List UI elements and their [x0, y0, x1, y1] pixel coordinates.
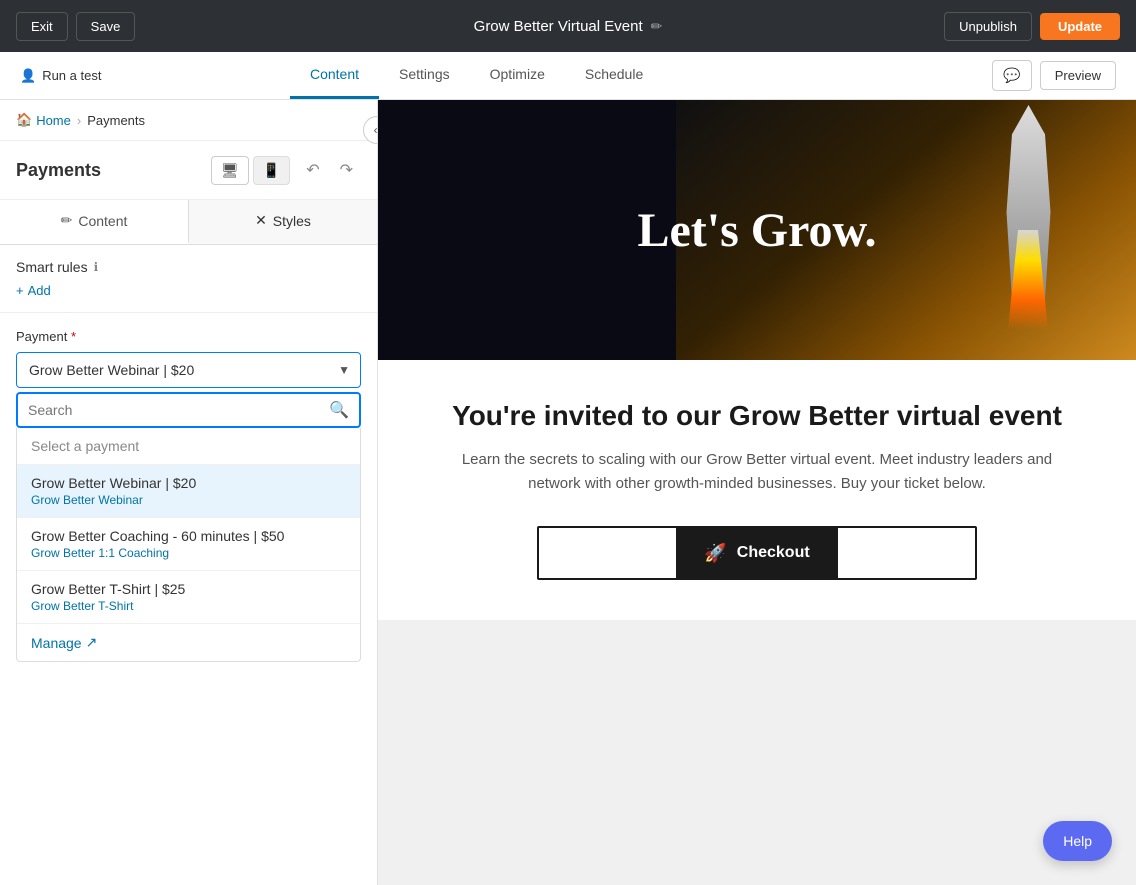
edit-icon[interactable]: ✏	[651, 18, 663, 35]
checkout-left-area	[539, 528, 676, 578]
left-panel: « 🏠 Home › Payments Payments 🖥 📱 ↶ ↷	[0, 100, 378, 885]
dropdown-arrow-icon: ▼	[338, 363, 350, 377]
panel-header: Payments 🖥 📱 ↶ ↷	[0, 141, 377, 200]
checkout-rocket-icon: 🚀	[704, 543, 726, 564]
update-button[interactable]: Update	[1040, 13, 1120, 40]
breadcrumb-current: Payments	[87, 113, 145, 128]
add-smart-rule-button[interactable]: + Add	[16, 283, 361, 298]
tab-content[interactable]: Content	[290, 52, 379, 99]
page-title: Grow Better Virtual Event	[474, 18, 643, 35]
placeholder-text: Select a payment	[31, 438, 139, 454]
content-tab-icon: ✏	[61, 212, 73, 229]
tab-schedule[interactable]: Schedule	[565, 52, 663, 99]
hero-title: Let's Grow.	[637, 203, 876, 258]
coaching-item-sub: Grow Better 1:1 Coaching	[31, 546, 346, 560]
search-button[interactable]: 🔍	[329, 400, 349, 420]
device-mobile-button[interactable]: 📱	[253, 156, 290, 185]
checkout-label: Checkout	[737, 544, 810, 562]
tshirt-item-sub: Grow Better T-Shirt	[31, 599, 346, 613]
manage-link[interactable]: Manage ↗	[17, 624, 360, 661]
smart-rules-label: Smart rules	[16, 259, 88, 275]
device-desktop-button[interactable]: 🖥	[211, 156, 249, 185]
undo-button[interactable]: ↶	[298, 155, 327, 185]
payment-dropdown: Grow Better Webinar | $20 ▼ 🔍 Select a p…	[16, 352, 361, 662]
breadcrumb-separator: ›	[77, 113, 81, 128]
styles-tab-label: Styles	[273, 213, 311, 229]
checkout-button[interactable]: 🚀 Checkout	[676, 528, 837, 578]
search-icon: 🔍	[329, 402, 349, 419]
topbar-right: Unpublish Update	[944, 12, 1120, 41]
lp-content: You're invited to our Grow Better virtua…	[378, 360, 1136, 620]
panel-title: Payments	[16, 160, 101, 181]
dropdown-item-placeholder[interactable]: Select a payment	[17, 428, 360, 465]
preview-area: Let's Grow. You're invited to our Grow B…	[378, 100, 1136, 885]
webinar-item-main: Grow Better Webinar | $20	[31, 475, 346, 491]
tab-settings[interactable]: Settings	[379, 52, 470, 99]
run-test-button[interactable]: 👤 Run a test	[20, 68, 101, 84]
info-icon[interactable]: ℹ	[94, 260, 99, 274]
payment-section: Payment * Grow Better Webinar | $20 ▼ 🔍	[0, 313, 377, 678]
device-buttons: 🖥 📱	[211, 156, 290, 185]
dropdown-item-tshirt[interactable]: Grow Better T-Shirt | $25 Grow Better T-…	[17, 571, 360, 624]
breadcrumb: 🏠 Home › Payments	[0, 100, 377, 141]
run-test-icon: 👤	[20, 68, 36, 84]
breadcrumb-home[interactable]: 🏠 Home	[16, 112, 71, 128]
tshirt-item-main: Grow Better T-Shirt | $25	[31, 581, 346, 597]
checkout-bar: 🚀 Checkout	[537, 526, 977, 580]
required-marker: *	[71, 329, 76, 344]
dropdown-item-coaching[interactable]: Grow Better Coaching - 60 minutes | $50 …	[17, 518, 360, 571]
coaching-item-main: Grow Better Coaching - 60 minutes | $50	[31, 528, 346, 544]
panel-tab-content[interactable]: ✏ Content	[0, 200, 189, 244]
manage-external-icon: ↗	[86, 634, 98, 651]
topbar: Exit Save Grow Better Virtual Event ✏ Un…	[0, 0, 1136, 52]
add-icon: +	[16, 283, 24, 298]
checkout-right-area	[838, 528, 975, 578]
chat-icon-button[interactable]: 💬	[992, 60, 1031, 91]
preview-button[interactable]: Preview	[1040, 61, 1116, 90]
undo-redo: ↶ ↷	[298, 155, 361, 185]
topbar-center: Grow Better Virtual Event ✏	[474, 18, 663, 35]
content-tab-label: Content	[78, 213, 127, 229]
redo-button[interactable]: ↷	[332, 155, 361, 185]
nav-row: 👤 Run a test Content Settings Optimize S…	[0, 52, 1136, 100]
run-test-label: Run a test	[42, 68, 101, 83]
dropdown-item-webinar[interactable]: Grow Better Webinar | $20 Grow Better We…	[17, 465, 360, 518]
home-icon: 🏠	[16, 112, 32, 128]
topbar-left: Exit Save	[16, 12, 135, 41]
search-input[interactable]	[28, 402, 329, 418]
add-label: Add	[28, 283, 51, 298]
save-button[interactable]: Save	[76, 12, 136, 41]
nav-tabs: Content Settings Optimize Schedule	[290, 52, 663, 99]
webinar-item-sub: Grow Better Webinar	[31, 493, 346, 507]
panel-tab-styles[interactable]: ✕ Styles	[189, 200, 377, 244]
lp-hero: Let's Grow.	[378, 100, 1136, 360]
dropdown-list: Select a payment Grow Better Webinar | $…	[16, 428, 361, 662]
smart-rules-section: Smart rules ℹ + Add	[0, 245, 377, 313]
exit-button[interactable]: Exit	[16, 12, 68, 41]
styles-tab-icon: ✕	[255, 212, 267, 229]
panel-tabs: ✏ Content ✕ Styles	[0, 200, 377, 245]
payment-label: Payment *	[16, 329, 361, 344]
unpublish-button[interactable]: Unpublish	[944, 12, 1032, 41]
help-button[interactable]: Help	[1043, 821, 1112, 861]
lp-heading: You're invited to our Grow Better virtua…	[398, 400, 1116, 432]
navrow-right: 💬 Preview	[992, 60, 1116, 91]
lp-subtext: Learn the secrets to scaling with our Gr…	[457, 448, 1057, 496]
manage-label: Manage	[31, 635, 82, 651]
dropdown-selected-value: Grow Better Webinar | $20	[29, 362, 194, 378]
search-container: 🔍	[16, 392, 361, 428]
dropdown-display[interactable]: Grow Better Webinar | $20 ▼	[16, 352, 361, 388]
smart-rules-header: Smart rules ℹ	[16, 259, 361, 275]
main-layout: « 🏠 Home › Payments Payments 🖥 📱 ↶ ↷	[0, 100, 1136, 885]
tab-optimize[interactable]: Optimize	[470, 52, 565, 99]
